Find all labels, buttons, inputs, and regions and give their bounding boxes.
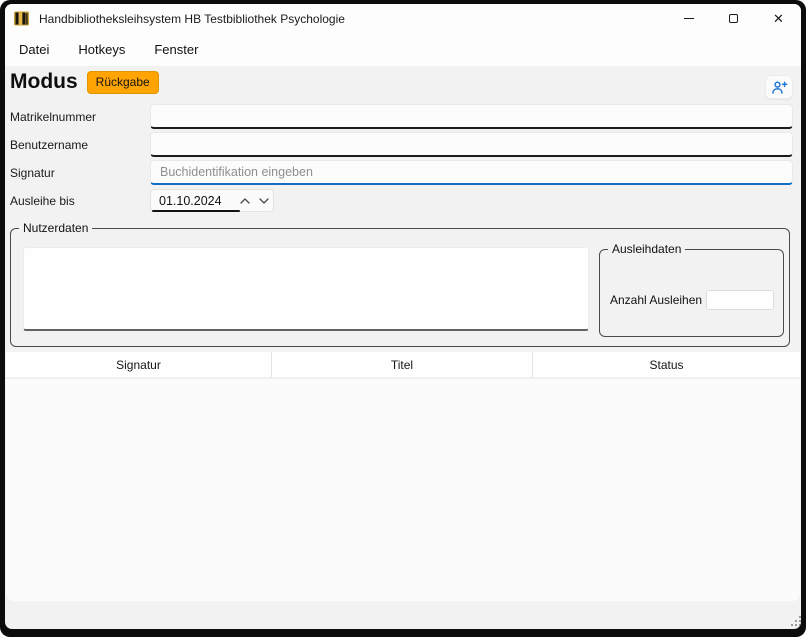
close-button[interactable]: ✕ bbox=[756, 4, 801, 33]
window-title: Handbibliotheksleihsystem HB Testbibliot… bbox=[39, 12, 345, 26]
benutzername-field[interactable] bbox=[150, 132, 793, 157]
benutzername-label: Benutzername bbox=[10, 138, 150, 152]
window-controls: ✕ bbox=[666, 4, 801, 33]
signatur-field[interactable] bbox=[150, 160, 793, 185]
date-underline bbox=[152, 210, 240, 212]
table-header: Signatur Titel Status bbox=[6, 352, 800, 377]
title-bar[interactable]: Handbibliotheksleihsystem HB Testbibliot… bbox=[5, 4, 801, 33]
anzahl-ausleihen-field[interactable] bbox=[706, 290, 774, 310]
ausleihe-bis-label: Ausleihe bis bbox=[10, 194, 150, 208]
chevron-down-icon bbox=[259, 198, 269, 204]
nutzerdaten-textarea[interactable] bbox=[23, 247, 589, 331]
window-inner: Handbibliotheksleihsystem HB Testbibliot… bbox=[5, 4, 801, 629]
menu-item-datei[interactable]: Datei bbox=[19, 42, 49, 57]
form-row-benutzername: Benutzername bbox=[10, 131, 793, 158]
chevron-up-icon bbox=[240, 198, 250, 204]
nutzerdaten-legend: Nutzerdaten bbox=[19, 221, 92, 235]
due-date-value[interactable]: 01.10.2024 bbox=[159, 194, 235, 208]
form-row-ausleihe-bis: Ausleihe bis 01.10.2024 bbox=[10, 189, 793, 212]
maximize-button[interactable] bbox=[711, 4, 756, 33]
matrikelnummer-field[interactable] bbox=[150, 104, 793, 129]
menu-item-hotkeys[interactable]: Hotkeys bbox=[78, 42, 125, 57]
nutzerdaten-groupbox: Nutzerdaten Ausleihdaten Anzahl Ausleihe… bbox=[10, 228, 790, 347]
page-title: Modus bbox=[10, 70, 78, 94]
app-window: Handbibliotheksleihsystem HB Testbibliot… bbox=[0, 0, 806, 637]
signatur-label: Signatur bbox=[10, 166, 150, 180]
ausleihdaten-groupbox: Ausleihdaten Anzahl Ausleihen bbox=[599, 249, 784, 337]
column-header-status[interactable]: Status bbox=[533, 352, 800, 377]
form-row-matrikelnummer: Matrikelnummer bbox=[10, 103, 793, 130]
resize-grip-icon[interactable] bbox=[791, 616, 793, 618]
form-row-signatur: Signatur bbox=[10, 159, 793, 186]
column-header-titel[interactable]: Titel bbox=[272, 352, 533, 377]
close-icon: ✕ bbox=[773, 12, 784, 25]
spinner-down-button[interactable] bbox=[254, 190, 273, 211]
ausleihdaten-legend: Ausleihdaten bbox=[608, 242, 685, 256]
spinner-up-button[interactable] bbox=[235, 190, 254, 211]
anzahl-ausleihen-label: Anzahl Ausleihen bbox=[610, 293, 706, 307]
library-books-icon bbox=[13, 10, 30, 27]
person-add-icon bbox=[771, 80, 788, 95]
maximize-icon bbox=[729, 14, 738, 23]
add-user-button[interactable] bbox=[765, 75, 793, 99]
mode-header: Modus Rückgabe bbox=[10, 70, 159, 94]
table-body bbox=[6, 378, 800, 601]
minimize-icon bbox=[684, 18, 694, 19]
anzahl-ausleihen-row: Anzahl Ausleihen bbox=[610, 290, 774, 310]
due-date-spinner[interactable]: 01.10.2024 bbox=[150, 189, 274, 212]
minimize-button[interactable] bbox=[666, 4, 711, 33]
menu-bar: Datei Hotkeys Fenster bbox=[5, 33, 801, 66]
menu-item-fenster[interactable]: Fenster bbox=[154, 42, 198, 57]
matrikelnummer-label: Matrikelnummer bbox=[10, 110, 150, 124]
column-header-signatur[interactable]: Signatur bbox=[6, 352, 272, 377]
mode-badge: Rückgabe bbox=[87, 71, 159, 94]
